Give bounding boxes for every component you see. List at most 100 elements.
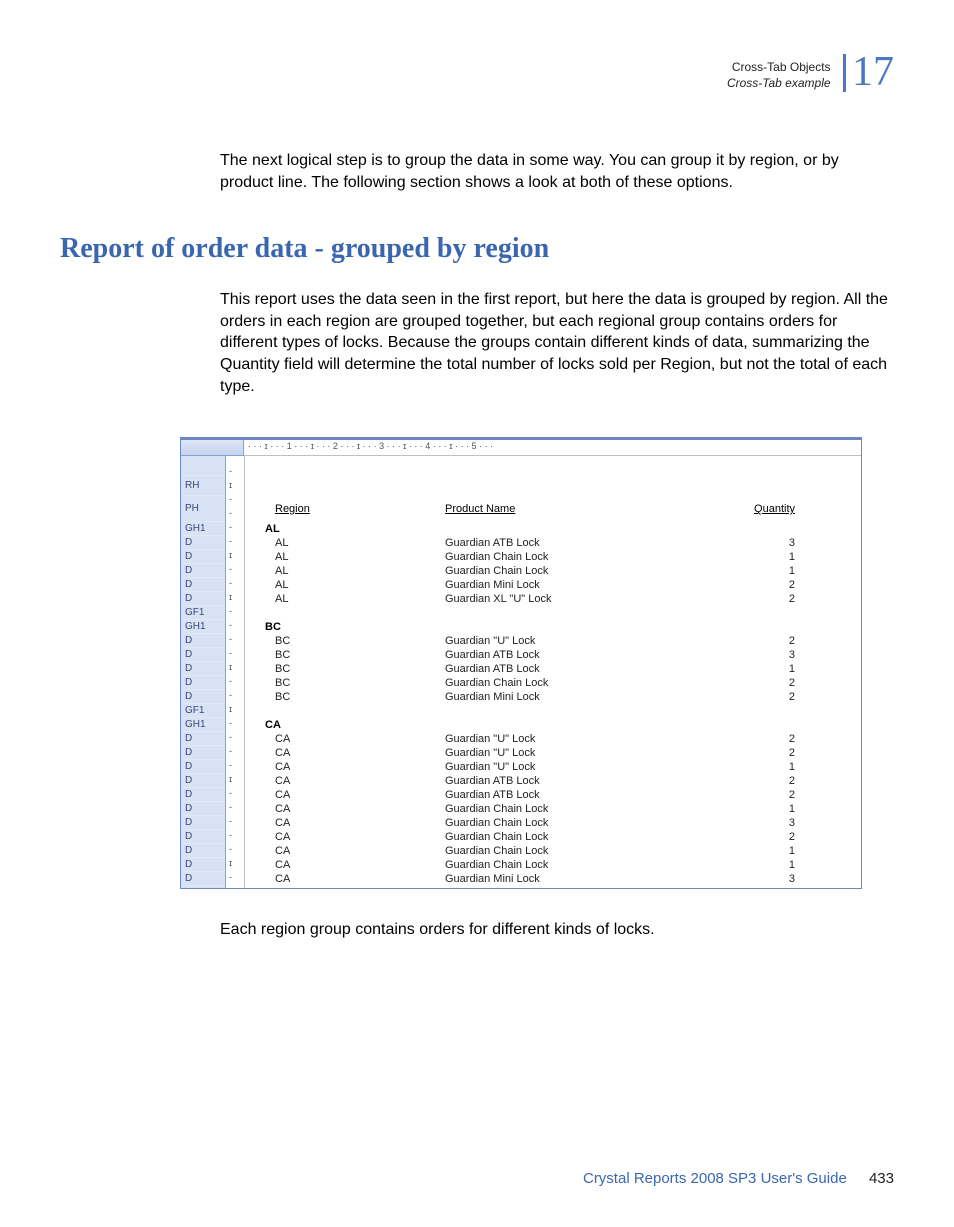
column-header-product: Product Name <box>445 496 705 522</box>
section-label: D <box>181 816 225 830</box>
cell-product: Guardian Mini Lock <box>445 872 705 886</box>
section-label: D <box>181 592 225 606</box>
header-subtitle: Cross-Tab example <box>727 76 831 90</box>
section-label: GF1 <box>181 704 225 718</box>
intro-paragraph: The next logical step is to group the da… <box>220 150 894 193</box>
footer-guide-name: Crystal Reports 2008 SP3 User's Guide <box>583 1170 847 1187</box>
cell-product: Guardian Mini Lock <box>445 690 705 704</box>
section-label: RH <box>181 476 225 496</box>
report-designer-screenshot: · · · ɪ · · · 1 · · · ɪ · · · 2 · · · ɪ … <box>180 437 862 889</box>
cell-product: Guardian Chain Lock <box>445 550 705 564</box>
cell-quantity: 2 <box>705 676 795 690</box>
cell-region: AL <box>245 550 445 564</box>
cell-region: AL <box>245 592 445 606</box>
report-row: CAGuardian Mini Lock3 <box>245 872 861 886</box>
cell-product: Guardian Chain Lock <box>445 844 705 858</box>
cell-region: BC <box>245 648 445 662</box>
report-row: BCGuardian Mini Lock2 <box>245 690 861 704</box>
cell-quantity: 2 <box>705 746 795 760</box>
cell-quantity: 3 <box>705 816 795 830</box>
page-header: Cross-Tab Objects Cross-Tab example 17 <box>60 60 894 100</box>
cell-quantity: 1 <box>705 550 795 564</box>
report-row: CAGuardian Chain Lock1 <box>245 802 861 816</box>
cell-quantity: 2 <box>705 634 795 648</box>
section-label: D <box>181 564 225 578</box>
report-row: ALGuardian Chain Lock1 <box>245 550 861 564</box>
cell-region: CA <box>245 844 445 858</box>
cell-region: CA <box>245 830 445 844</box>
cell-quantity: 2 <box>705 578 795 592</box>
cell-product: Guardian ATB Lock <box>445 662 705 676</box>
cell-region: CA <box>245 760 445 774</box>
horizontal-ruler: · · · ɪ · · · 1 · · · ɪ · · · 2 · · · ɪ … <box>244 440 861 456</box>
report-row <box>245 456 861 476</box>
cell-region: CA <box>245 816 445 830</box>
section-label: D <box>181 676 225 690</box>
section-label: D <box>181 732 225 746</box>
report-row: ALGuardian ATB Lock3 <box>245 536 861 550</box>
cell-region: AL <box>245 578 445 592</box>
report-canvas: RegionProduct NameQuantityALALGuardian A… <box>245 456 861 888</box>
section-label: D <box>181 858 225 872</box>
section-label: D <box>181 662 225 676</box>
group-header: BC <box>245 620 435 634</box>
cell-region: AL <box>245 564 445 578</box>
cell-quantity: 1 <box>705 564 795 578</box>
cell-region: CA <box>245 732 445 746</box>
cell-product: Guardian ATB Lock <box>445 648 705 662</box>
cell-product: Guardian "U" Lock <box>445 760 705 774</box>
report-row: ALGuardian XL "U" Lock2 <box>245 592 861 606</box>
section-label: D <box>181 550 225 564</box>
cell-product: Guardian Chain Lock <box>445 802 705 816</box>
section-label: D <box>181 634 225 648</box>
column-header-region: Region <box>245 496 445 522</box>
report-row: CAGuardian Chain Lock1 <box>245 844 861 858</box>
report-row: BCGuardian ATB Lock3 <box>245 648 861 662</box>
column-header-quantity: Quantity <box>705 496 795 522</box>
cell-region: CA <box>245 858 445 872</box>
cell-region: BC <box>245 634 445 648</box>
section-label: GF1 <box>181 606 225 620</box>
cell-quantity: 1 <box>705 802 795 816</box>
report-row: CAGuardian "U" Lock1 <box>245 760 861 774</box>
cell-product: Guardian Chain Lock <box>445 564 705 578</box>
report-row: BCGuardian Chain Lock2 <box>245 676 861 690</box>
section-label: D <box>181 830 225 844</box>
section-label: D <box>181 648 225 662</box>
cell-quantity: 2 <box>705 592 795 606</box>
cell-quantity: 3 <box>705 536 795 550</box>
cell-product: Guardian ATB Lock <box>445 536 705 550</box>
report-row: CAGuardian "U" Lock2 <box>245 746 861 760</box>
section-label: D <box>181 788 225 802</box>
report-row: ALGuardian Mini Lock2 <box>245 578 861 592</box>
section-label: D <box>181 578 225 592</box>
cell-product: Guardian ATB Lock <box>445 788 705 802</box>
section-label: D <box>181 536 225 550</box>
cell-quantity: 1 <box>705 858 795 872</box>
cell-quantity: 2 <box>705 732 795 746</box>
cell-product: Guardian Chain Lock <box>445 816 705 830</box>
cell-region: CA <box>245 872 445 886</box>
group-header: CA <box>245 718 435 732</box>
report-row: AL <box>245 522 861 536</box>
cell-quantity: 2 <box>705 830 795 844</box>
report-row: BCGuardian "U" Lock2 <box>245 634 861 648</box>
cell-product: Guardian "U" Lock <box>445 634 705 648</box>
cell-product: Guardian "U" Lock <box>445 746 705 760</box>
cell-product: Guardian XL "U" Lock <box>445 592 705 606</box>
cell-region: CA <box>245 802 445 816</box>
cell-region: CA <box>245 788 445 802</box>
cell-quantity: 3 <box>705 872 795 886</box>
cell-region: AL <box>245 536 445 550</box>
cell-product: Guardian Mini Lock <box>445 578 705 592</box>
figure-caption: Each region group contains orders for di… <box>220 919 894 941</box>
body-paragraph: This report uses the data seen in the fi… <box>220 289 894 397</box>
header-title: Cross-Tab Objects <box>732 60 831 74</box>
cell-quantity: 2 <box>705 774 795 788</box>
report-row: ALGuardian Chain Lock1 <box>245 564 861 578</box>
cell-product: Guardian Chain Lock <box>445 858 705 872</box>
report-row: BC <box>245 620 861 634</box>
cell-quantity: 2 <box>705 690 795 704</box>
group-header: AL <box>245 522 435 536</box>
report-row <box>245 476 861 496</box>
